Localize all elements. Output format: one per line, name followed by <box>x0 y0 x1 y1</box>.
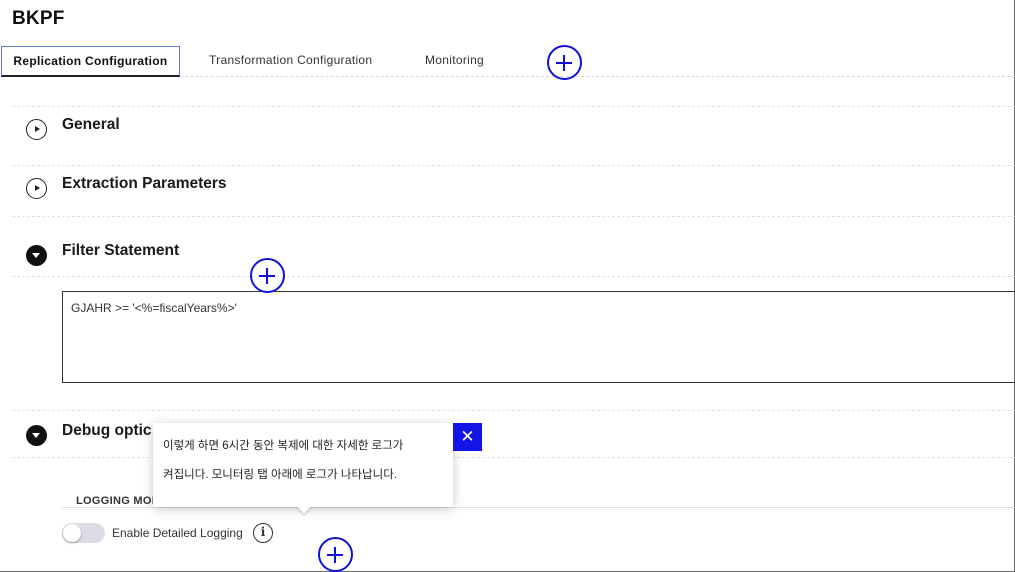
section-divider <box>12 276 1015 277</box>
tooltip-text-line-1: 이렇게 하면 6시간 동안 복제에 대한 자세한 로그가 <box>163 440 404 452</box>
chevron-down-circle-icon <box>26 425 47 446</box>
chevron-right-circle-icon <box>26 119 47 140</box>
detailed-logging-label: Enable Detailed Logging <box>112 526 243 540</box>
page-title: BKPF <box>12 8 65 29</box>
plus-circle-icon[interactable] <box>547 45 582 80</box>
tab-replication-configuration[interactable]: Replication Configuration <box>1 46 180 77</box>
filter-statement-input[interactable]: GJAHR >= '<%=fiscalYears%>' <box>62 291 1015 383</box>
plus-circle-icon[interactable] <box>250 258 285 293</box>
logging-divider <box>62 507 1015 508</box>
section-divider <box>12 216 1015 217</box>
section-filter-label: Filter Statement <box>62 242 180 259</box>
tab-transformation-configuration[interactable]: Transformation Configuration <box>209 46 372 77</box>
section-divider <box>12 106 1015 107</box>
chevron-right-circle-icon <box>26 178 47 199</box>
section-divider <box>12 410 1015 411</box>
section-general-label: General <box>62 116 120 133</box>
chevron-down-circle-icon <box>26 245 47 266</box>
plus-circle-icon[interactable] <box>318 537 353 572</box>
tooltip-popover: 이렇게 하면 6시간 동안 복제에 대한 자세한 로그가 켜집니다. 모니터링 … <box>153 423 453 507</box>
detailed-logging-toggle[interactable] <box>62 523 105 543</box>
tab-bar: Replication Configuration Transformation… <box>0 44 1015 77</box>
toggle-knob <box>63 524 81 542</box>
info-icon[interactable]: i <box>253 523 273 543</box>
section-debug-label: Debug optic <box>62 422 152 439</box>
tooltip-tail <box>296 505 312 514</box>
section-extraction-label: Extraction Parameters <box>62 175 227 192</box>
tooltip-text-line-2: 켜집니다. 모니터링 탭 아래에 로그가 나타납니다. <box>163 469 397 481</box>
tooltip-close-button[interactable]: ✕ <box>453 423 482 451</box>
tab-monitoring[interactable]: Monitoring <box>425 46 484 77</box>
section-divider <box>12 165 1015 166</box>
